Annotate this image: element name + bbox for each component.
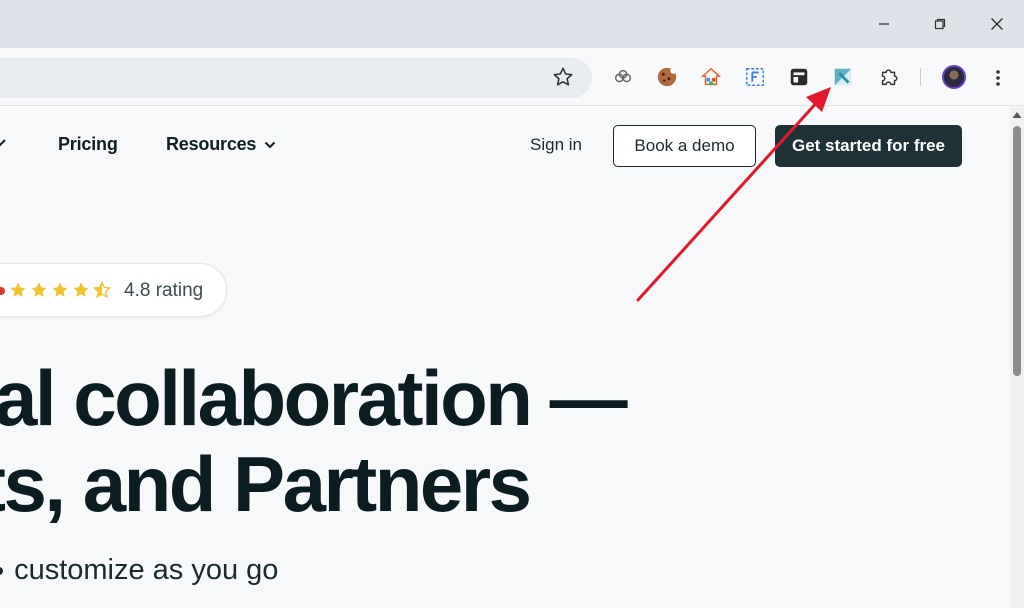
sign-in-link[interactable]: Sign in [530,135,582,155]
star-icon [52,282,68,297]
nav-pricing-link[interactable]: Pricing [58,134,118,155]
menu-kebab-icon[interactable] [986,66,1010,90]
rating-text: 4.8 rating [124,280,204,301]
rating-logo-fragment [0,287,5,295]
cookie-extension-icon[interactable] [655,65,679,89]
star-icon [73,282,89,297]
scroll-up-arrow-icon[interactable] [1010,109,1024,121]
restore-icon [934,18,946,30]
half-star-icon [93,280,111,299]
close-icon [991,18,1003,30]
scrollbar-thumb[interactable] [1013,126,1021,376]
star-rating [9,280,111,300]
bookmark-star-icon[interactable] [552,66,574,88]
rating-badge: 4.8 rating [0,263,227,317]
browser-title-bar [0,0,1024,48]
nav-resources-label: Resources [166,134,257,154]
chevron-down-icon[interactable] [0,137,6,149]
web-page: Pricing Resources Sign in Book a demo Ge… [0,107,1010,608]
highlighted-extension-icon[interactable] [831,65,855,89]
star-icon [31,282,47,297]
puzzle-extensions-icon[interactable] [877,65,901,89]
book-demo-button[interactable]: Book a demo [613,125,756,167]
toolbar-separator [920,68,921,86]
cloud-extension-icon[interactable] [611,65,635,89]
restore-button[interactable] [926,10,954,38]
hero-subtitle-text: customize as you go [14,554,279,586]
form-extension-icon[interactable] [743,65,767,89]
minimize-icon [879,23,889,25]
subtitle-glyph-fragment [0,567,3,576]
window-extension-icon[interactable] [787,65,811,89]
address-bar[interactable] [0,58,592,98]
profile-avatar[interactable] [942,65,966,89]
close-window-button[interactable] [983,10,1011,38]
minimize-button[interactable] [870,10,898,38]
browser-toolbar [0,48,1024,106]
star-icon [10,282,26,297]
chevron-down-icon [265,141,276,148]
nav-resources-menu[interactable]: Resources [166,134,276,155]
get-started-button[interactable]: Get started for free [775,125,962,167]
hero-subtitle: customize as you go [0,554,278,587]
hero-heading-line-2: ts, and Partners [0,440,532,528]
hero-heading-line-1: al collaboration — [0,354,628,442]
home-extension-icon[interactable] [699,65,723,89]
